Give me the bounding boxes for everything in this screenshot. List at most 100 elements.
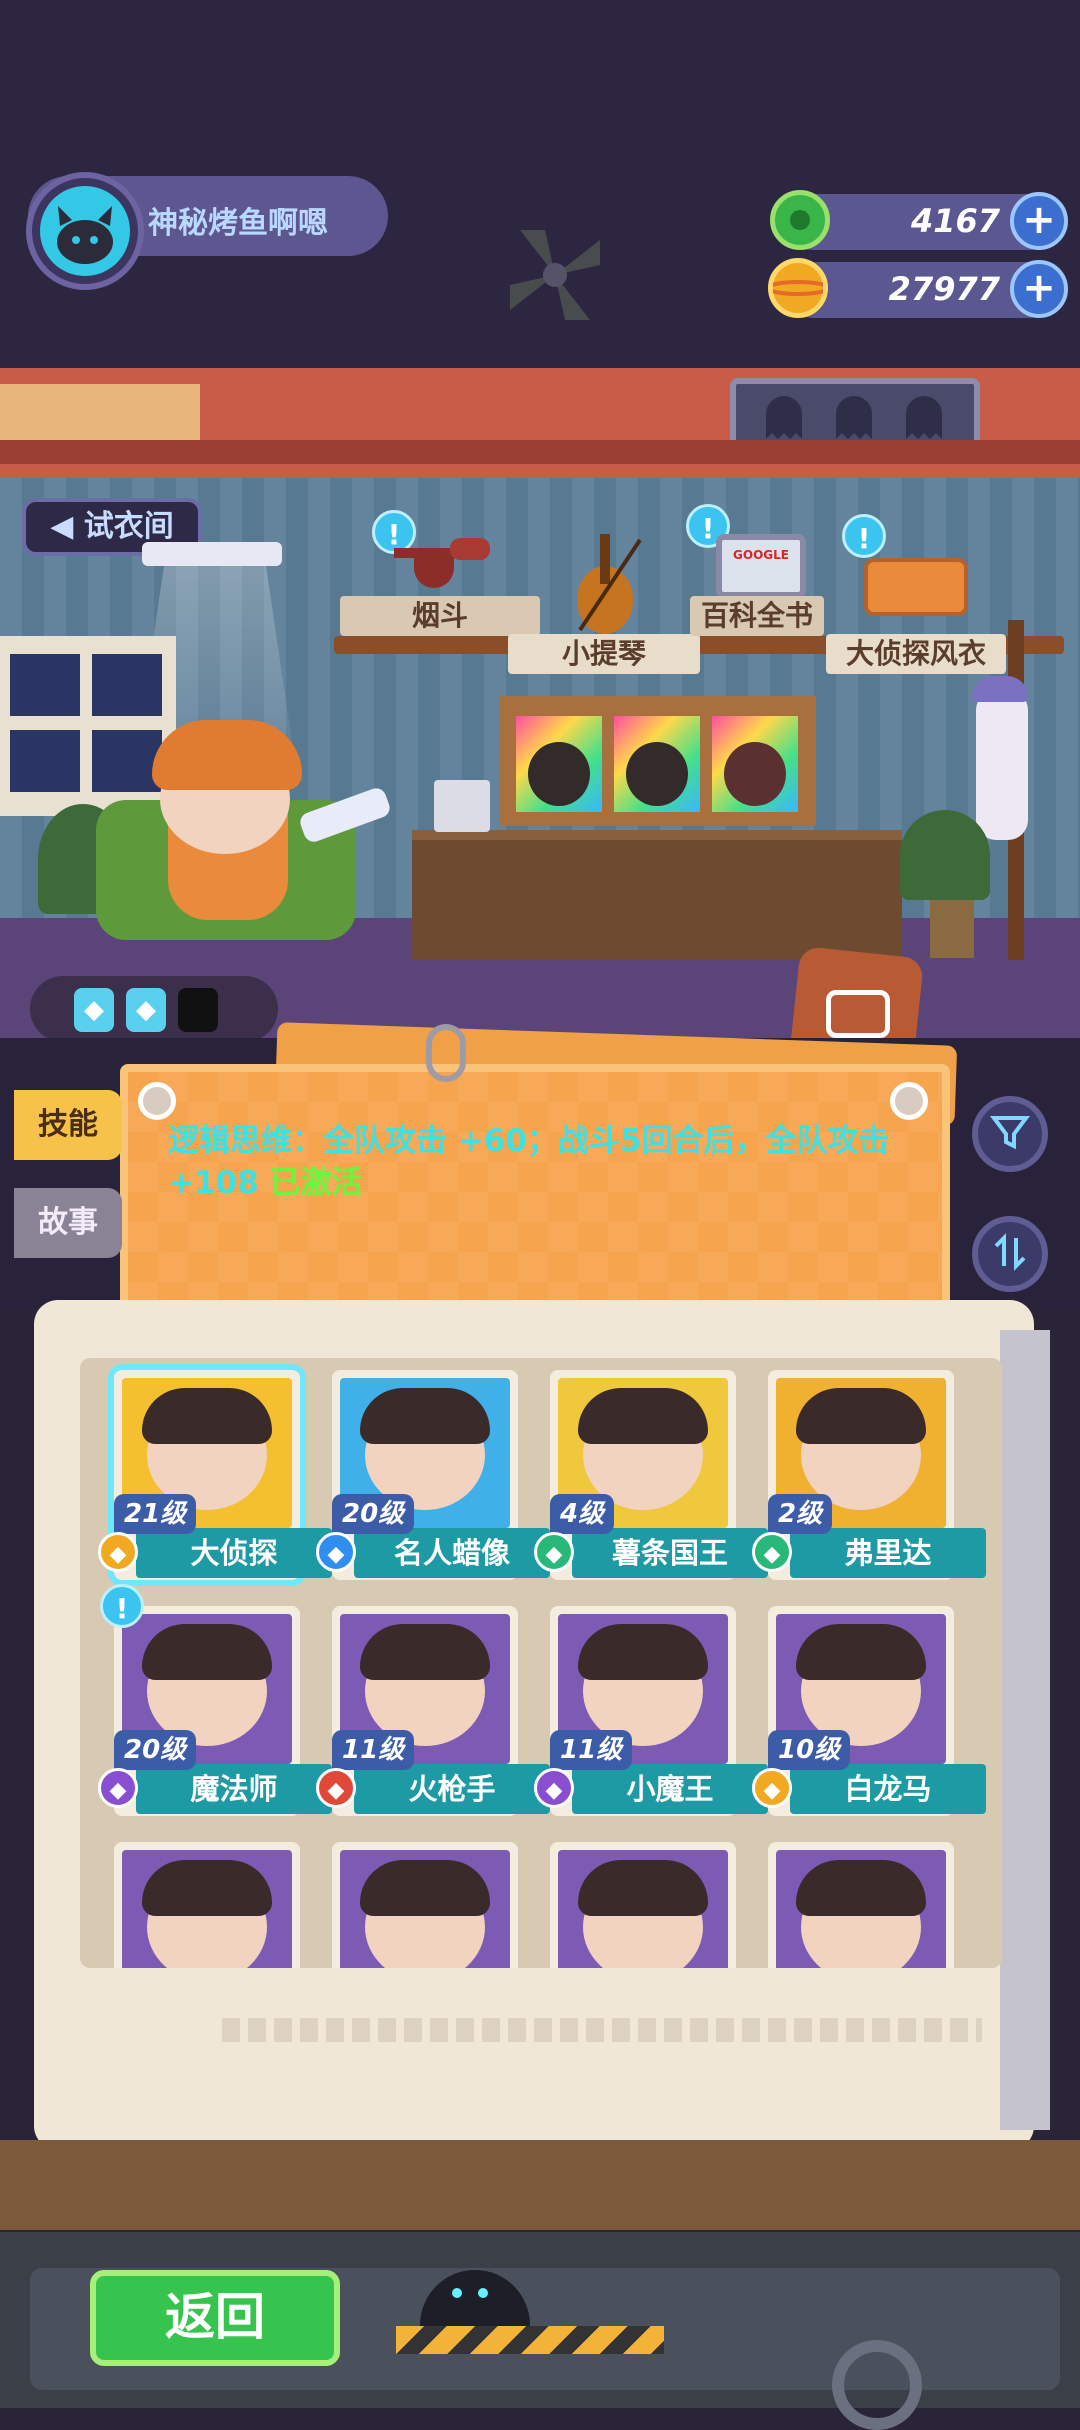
energy-icon: ◆ xyxy=(126,988,166,1032)
book-base xyxy=(0,2140,1080,2230)
item-label-trench-coat[interactable]: 大侦探风衣 xyxy=(826,634,1006,674)
character-level: 11级 xyxy=(550,1730,633,1770)
creature-eye xyxy=(478,2288,488,2298)
green-coin-value: 4167 xyxy=(910,202,1000,240)
character-name: 名人蜡像 xyxy=(354,1528,550,1578)
energy-empty-slot xyxy=(178,988,218,1032)
character-hair xyxy=(578,1860,708,1916)
character-hair xyxy=(796,1624,926,1680)
skill-description: 逻辑思维：全队攻击 +60；战斗5回合后，全队攻击 +108 已激活 xyxy=(168,1120,908,1204)
character-card[interactable] xyxy=(114,1842,300,1968)
filter-button[interactable] xyxy=(972,1096,1048,1172)
trench-coat-alert-icon[interactable]: ! xyxy=(842,514,886,558)
rarity-badge-icon: ◆ xyxy=(316,1768,356,1808)
character-card[interactable] xyxy=(768,1842,954,1968)
blurred-footer-text xyxy=(222,2018,982,2042)
rarity-badge-icon: ◆ xyxy=(534,1768,574,1808)
rarity-badge-icon: ◆ xyxy=(752,1532,792,1572)
character-card[interactable]: 大侦探 21级 ◆ xyxy=(98,1370,332,1580)
rarity-badge-icon: ◆ xyxy=(534,1532,574,1572)
hazard-stripe xyxy=(396,2326,664,2354)
plant-pot xyxy=(930,892,974,958)
tab-story[interactable]: 故事 xyxy=(14,1188,122,1258)
book-page-edge xyxy=(1000,1330,1050,2130)
character-hair xyxy=(578,1388,708,1444)
deerstalker-hat xyxy=(152,720,302,790)
character-card[interactable]: 火枪手 11级 ◆ xyxy=(316,1606,550,1816)
character-hair xyxy=(796,1860,926,1916)
character-hair xyxy=(796,1388,926,1444)
hat-icon xyxy=(972,676,1028,702)
character-grid: 大侦探 21级 ◆ 名人蜡像 20级 ◆ 薯条国王 4级 ◆ 弗里达 2级 ◆ 魔法师 20级 ◆ 火枪手 11… xyxy=(80,1358,1002,1968)
character-card[interactable]: 薯条国王 4级 ◆ xyxy=(534,1370,768,1580)
back-arrow-icon: ◀ xyxy=(50,509,74,544)
add-gold-coin-button[interactable]: + xyxy=(1010,260,1068,318)
sort-button[interactable] xyxy=(972,1216,1048,1292)
costume-figure xyxy=(626,742,688,806)
character-name: 白龙马 xyxy=(790,1764,986,1814)
character-level: 20级 xyxy=(332,1494,415,1534)
back-button[interactable]: 返回 xyxy=(90,2270,340,2366)
character-level: 20级 xyxy=(114,1730,197,1770)
window-pane xyxy=(92,654,162,716)
character-name: 魔法师 xyxy=(136,1764,332,1814)
pin-icon xyxy=(138,1082,176,1120)
character-hair xyxy=(142,1860,272,1916)
add-green-coin-button[interactable]: + xyxy=(1010,192,1068,250)
item-label-encyclopedia[interactable]: 百科全书 xyxy=(690,596,824,636)
ceiling-lamp xyxy=(142,542,282,566)
character-card[interactable] xyxy=(332,1842,518,1968)
tab-skill[interactable]: 技能 xyxy=(14,1090,122,1160)
character-card[interactable] xyxy=(550,1842,736,1968)
encyclopedia-icon[interactable]: GOOGLE xyxy=(716,534,806,598)
fitting-room-label: 试衣间 xyxy=(83,509,174,544)
rarity-badge-icon: ◆ xyxy=(98,1532,138,1572)
energy-icon: ◆ xyxy=(74,988,114,1032)
character-hair xyxy=(578,1624,708,1680)
plant-leaves xyxy=(900,810,990,900)
item-label-pipe[interactable]: 烟斗 xyxy=(340,596,540,636)
item-label-violin[interactable]: 小提琴 xyxy=(508,634,700,674)
paper-clip-icon xyxy=(426,1024,466,1082)
creature-eye xyxy=(452,2288,462,2298)
character-hair xyxy=(142,1624,272,1680)
character-card[interactable]: 白龙马 10级 ◆ xyxy=(752,1606,986,1816)
drawer-decoration xyxy=(0,384,200,440)
player-name: 神秘烤鱼啊嗯 xyxy=(148,206,328,241)
character-name: 大侦探 xyxy=(136,1528,332,1578)
window-pane xyxy=(10,730,80,792)
character-name: 小魔王 xyxy=(572,1764,768,1814)
character-name: 弗里达 xyxy=(790,1528,986,1578)
trench-coat-icon[interactable] xyxy=(864,558,968,616)
character-level: 10级 xyxy=(768,1730,851,1770)
character-card[interactable]: 小魔王 11级 ◆ xyxy=(534,1606,768,1816)
rarity-badge-icon: ◆ xyxy=(316,1532,356,1572)
character-level: 2级 xyxy=(768,1494,833,1534)
character-hair xyxy=(142,1388,272,1444)
violin-icon[interactable] xyxy=(560,530,650,640)
costume-icon[interactable] xyxy=(826,990,890,1038)
costume-figure xyxy=(528,742,590,806)
character-level: 11级 xyxy=(332,1730,415,1770)
avatar[interactable] xyxy=(40,186,130,276)
costume-figure xyxy=(724,742,786,806)
cabinet xyxy=(412,830,902,960)
character-card[interactable]: 魔法师 20级 ◆ xyxy=(98,1606,332,1816)
pipe-icon[interactable] xyxy=(384,528,504,598)
character-level: 21级 xyxy=(114,1494,197,1534)
character-alert-icon[interactable]: ! xyxy=(100,1584,144,1628)
character-hair xyxy=(360,1624,490,1680)
skill-status: 已激活 xyxy=(269,1165,363,1201)
windmill-icon xyxy=(490,210,620,340)
character-hair xyxy=(360,1860,490,1916)
rarity-badge-icon: ◆ xyxy=(752,1768,792,1808)
character-level: 4级 xyxy=(550,1494,615,1534)
character-name: 火枪手 xyxy=(354,1764,550,1814)
window-pane xyxy=(10,654,80,716)
plant-pot xyxy=(434,780,490,832)
filter-icon xyxy=(990,1116,1030,1150)
character-card[interactable]: 弗里达 2级 ◆ xyxy=(752,1370,986,1580)
sort-icon xyxy=(994,1233,1026,1271)
shelf-edge xyxy=(0,440,1080,464)
character-card[interactable]: 名人蜡像 20级 ◆ xyxy=(316,1370,550,1580)
